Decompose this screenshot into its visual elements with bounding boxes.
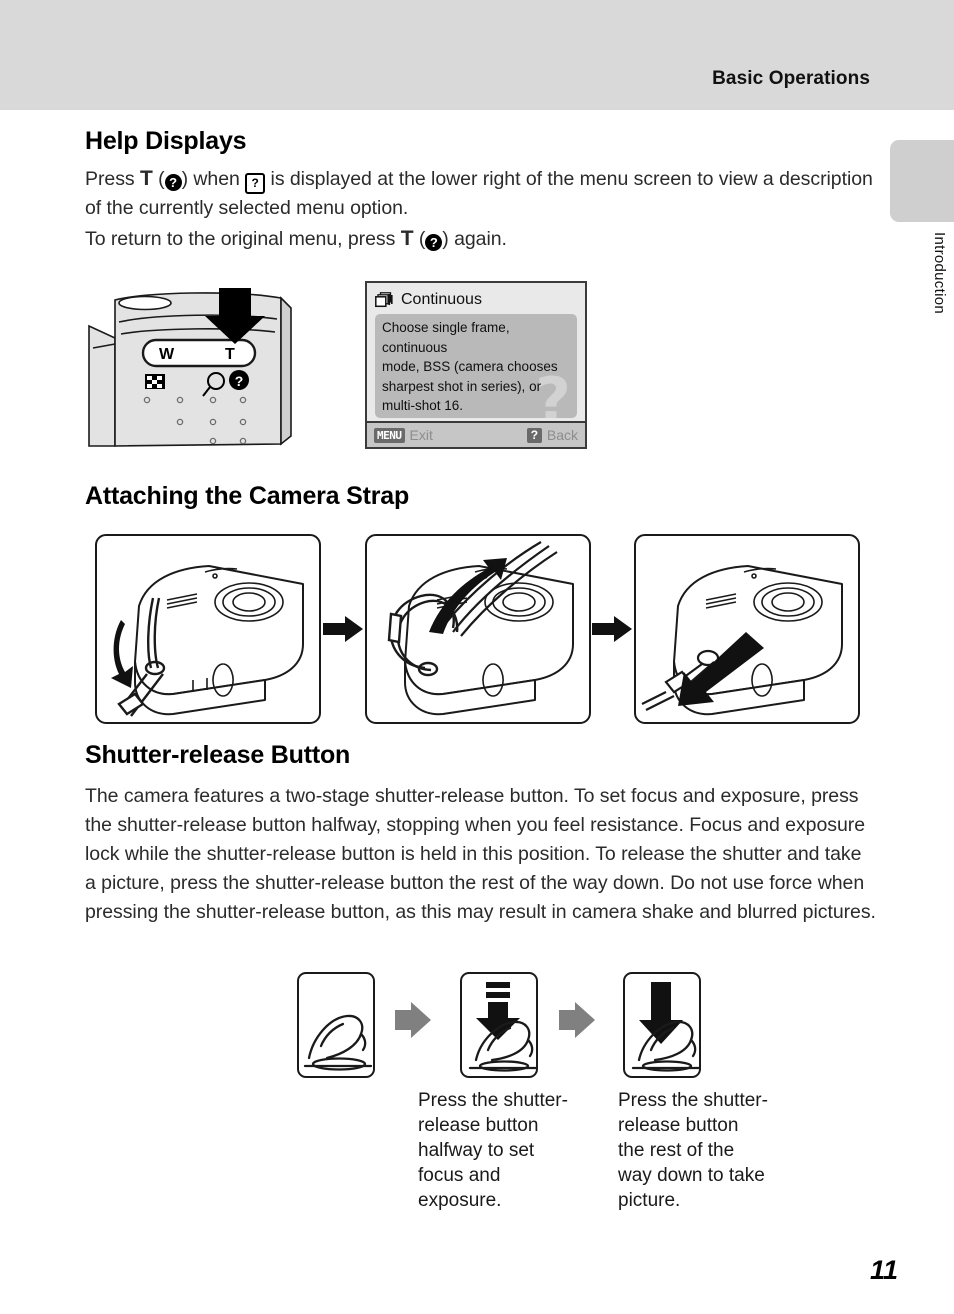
menu-back-label: Back [546, 427, 578, 443]
menu-screen-description-panel: ? Choose single frame, continuous mode, … [375, 314, 577, 418]
page-number: 11 [869, 1255, 898, 1285]
strap-step-arrow-2 [591, 614, 635, 644]
caption-halfway-press: Press the shutter- release button halfwa… [418, 1090, 568, 1211]
strap-step-3-illustration [634, 534, 860, 724]
zoom-tele-label: T [225, 346, 235, 363]
menu-footer-right: ? Back [526, 427, 578, 443]
continuous-frames-icon [375, 292, 393, 308]
help-displays-figure-row: W T ? Continuous ? Choose single frame, … [85, 278, 875, 463]
help-filled-icon: ? [425, 234, 443, 251]
help-box-icon: ? [245, 173, 266, 194]
help-button-badge[interactable]: ? [526, 427, 542, 443]
chapter-tab [890, 140, 954, 222]
shutter-step-1-illustration [297, 972, 375, 1078]
page-header-band [0, 0, 954, 110]
heading-shutter-release-button: Shutter-release Button [85, 741, 351, 769]
text-run: To return to the original menu, press [85, 228, 401, 250]
zoom-wide-label: W [159, 346, 175, 363]
camera-menu-screen: Continuous ? Choose single frame, contin… [365, 281, 587, 449]
menu-screen-description: Choose single frame, continuous mode, BS… [382, 320, 558, 413]
heading-attaching-strap: Attaching the Camera Strap [85, 482, 410, 510]
strap-figure-row [95, 533, 860, 725]
paragraph-help-displays-2: To return to the original menu, press T … [85, 224, 875, 254]
menu-button-badge[interactable]: MENU [374, 427, 405, 443]
heading-help-displays: Help Displays [85, 127, 247, 155]
shutter-step-2-illustration [460, 972, 538, 1078]
menu-screen-footer: MENU Exit ? Back [367, 421, 585, 447]
strap-step-arrow-1 [321, 614, 365, 644]
text-run: ) again. [442, 228, 507, 250]
strap-step-1-illustration [95, 534, 321, 724]
text-run: ( [413, 228, 426, 250]
paragraph-shutter-release: The camera features a two-stage shutter-… [85, 785, 876, 923]
shutter-press-figure-row [297, 972, 727, 1082]
thumbnail-icon [145, 374, 165, 389]
text-run: Press [85, 168, 140, 190]
halfway-press-arrow-icon [476, 982, 520, 1040]
menu-screen-title: Continuous [401, 291, 482, 308]
tele-button-label: T [400, 227, 414, 250]
caption-full-press: Press the shutter- release button the re… [618, 1090, 768, 1211]
text-run: ( [152, 168, 165, 190]
paragraph-help-displays-1: Press T (?) when ? is displayed at the l… [85, 164, 875, 223]
shutter-step-arrow-2 [559, 1000, 595, 1045]
camera-zoom-control-illustration: W T ? [88, 288, 292, 447]
shutter-step-arrow-1 [395, 1000, 431, 1045]
menu-exit-label: Exit [409, 427, 433, 443]
strap-step-2-illustration [364, 534, 591, 724]
help-filled-icon: ? [164, 174, 182, 191]
page-header-title: Basic Operations [712, 68, 870, 89]
svg-text:?: ? [235, 373, 244, 389]
menu-screen-title-row: Continuous [375, 287, 579, 313]
chapter-tab-label: Introduction [931, 232, 948, 314]
help-filled-icon: ? [229, 370, 249, 390]
text-run: ) when [181, 168, 246, 190]
tele-button-label: T [139, 167, 153, 190]
shutter-step-3-illustration [623, 972, 701, 1078]
